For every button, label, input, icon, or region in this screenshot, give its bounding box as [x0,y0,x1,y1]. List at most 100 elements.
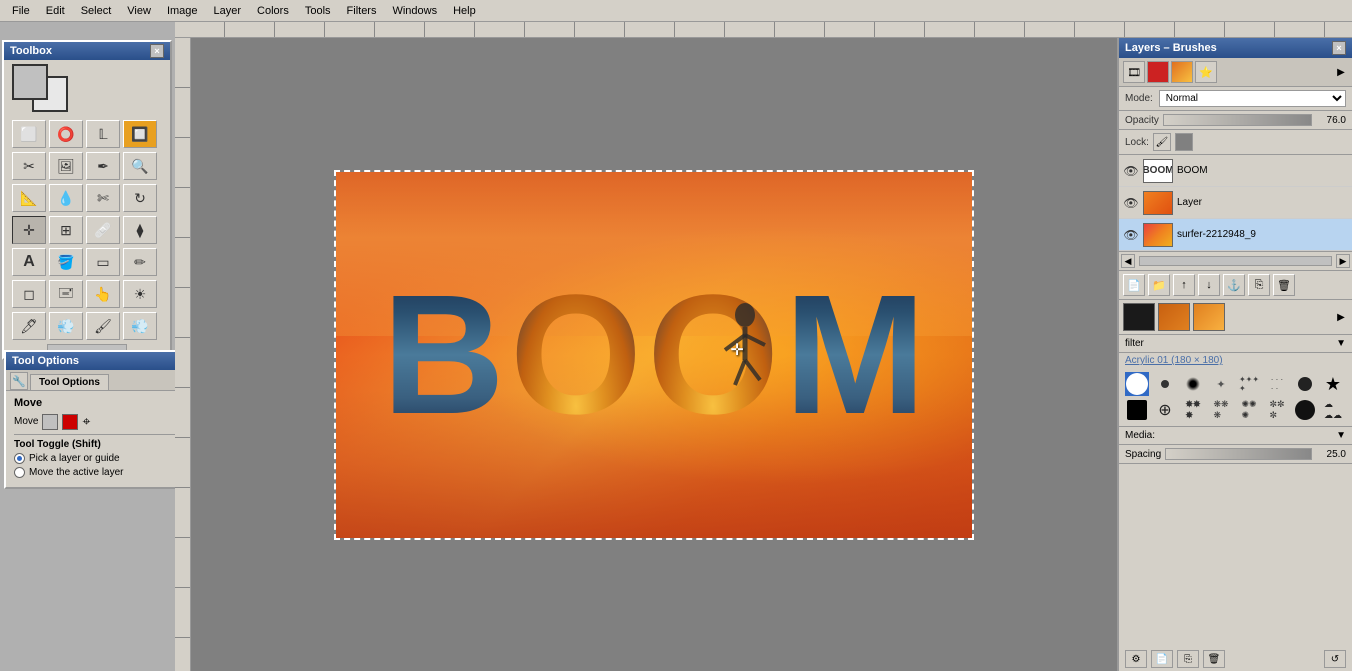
brush-item-5[interactable]: ✦✦✦✦ [1237,372,1261,396]
tool-smudge[interactable]: 👆 [86,280,120,308]
tool-rotate[interactable]: ↻ [123,184,157,212]
tool-options-move-swatch1[interactable] [42,414,58,430]
tool-free-select[interactable]: 𝕃 [86,120,120,148]
menu-select[interactable]: Select [73,3,120,19]
tool-align[interactable]: ⊞ [49,216,83,244]
rp-btn-refresh[interactable]: ↺ [1324,650,1346,668]
brush-item-7[interactable] [1293,372,1317,396]
brush-swatches-expand[interactable]: ▶ [1334,310,1348,324]
brush-swatch-black[interactable] [1123,303,1155,331]
tool-dodge[interactable]: ☀ [123,280,157,308]
layer-new-button[interactable]: 📄 [1123,274,1145,296]
layers-scrollbar[interactable] [1139,256,1332,266]
layers-icon-expand[interactable]: ▶ [1334,65,1348,79]
menu-layer[interactable]: Layer [206,3,250,19]
layer-delete-button[interactable]: 🗑 [1273,274,1295,296]
brush-item-4[interactable]: ✦ [1209,372,1233,396]
tool-options-tab-icon[interactable]: 🔧 [10,372,28,390]
layer-item-boom[interactable]: 👁 BOOM BOOM [1119,155,1352,187]
layers-close-button[interactable]: × [1332,41,1346,55]
spacing-slider[interactable] [1165,448,1312,460]
layer-anchor-button[interactable]: ⚓ [1223,274,1245,296]
tool-gradient[interactable]: ▭ [86,248,120,276]
brush-item-11[interactable]: ✸✸✸ [1181,398,1205,422]
tool-foreground-select[interactable]: 🖼 [49,152,83,180]
brush-item-6[interactable]: · · ·· · [1265,372,1289,396]
rp-btn-new[interactable]: 📄 [1151,650,1173,668]
tool-color-picker[interactable]: 💧 [49,184,83,212]
menu-image[interactable]: Image [159,3,206,19]
toolbox-close-button[interactable]: × [150,44,164,58]
brush-item-3[interactable] [1181,372,1205,396]
tool-pencil[interactable]: ✏ [123,248,157,276]
tool-brush[interactable]: 🖌 [86,312,120,340]
brush-item-8[interactable]: ★ [1321,372,1345,396]
layer-eye-boom[interactable]: 👁 [1123,163,1139,179]
image-canvas[interactable]: B O O M [334,170,974,540]
layer-duplicate-button[interactable]: ⎘ [1248,274,1270,296]
menu-view[interactable]: View [119,3,159,19]
tool-measure[interactable]: 📐 [12,184,46,212]
tool-ellipse-select[interactable]: ⭕ [49,120,83,148]
layers-scroll-right[interactable]: ▶ [1336,254,1350,268]
tool-rect-select[interactable]: ⬜ [12,120,46,148]
brush-item-16[interactable]: ☁☁☁ [1321,398,1345,422]
brush-item-9[interactable] [1125,398,1149,422]
tool-clone[interactable]: 🖃 [49,280,83,308]
foreground-color[interactable] [12,64,48,100]
tool-perspective[interactable]: ⧫ [123,216,157,244]
rp-btn-duplicate[interactable]: ⎘ [1177,650,1199,668]
menu-file[interactable]: File [4,3,38,19]
brush-item-12[interactable]: ❋❋❋ [1209,398,1233,422]
tool-ink[interactable]: 🖊 [12,312,46,340]
rp-btn-settings[interactable]: ⚙ [1125,650,1147,668]
menu-filters[interactable]: Filters [339,3,385,19]
layer-eye-orange[interactable]: 👁 [1123,195,1139,211]
tool-scissors[interactable]: ✂ [12,152,46,180]
menu-windows[interactable]: Windows [384,3,445,19]
brush-swatch-orange-warm[interactable] [1158,303,1190,331]
brush-swatch-orange-bright[interactable] [1193,303,1225,331]
brush-item-2[interactable] [1153,372,1177,396]
tool-fill[interactable]: 🪣 [49,248,83,276]
tool-blur[interactable]: 💨 [49,312,83,340]
brush-preset-label[interactable]: Acrylic 01 (180 × 180) [1119,353,1352,368]
menu-help[interactable]: Help [445,3,484,19]
layer-up-button[interactable]: ↑ [1173,274,1195,296]
media-dropdown[interactable]: ▼ [1336,430,1346,441]
mode-select[interactable]: Normal [1159,90,1346,107]
brush-item-10[interactable]: ⊕ [1153,398,1177,422]
tool-heal[interactable]: 🩹 [86,216,120,244]
layers-icon-brush-sel[interactable] [1147,61,1169,83]
menu-tools[interactable]: Tools [297,3,339,19]
tool-options-move-swatch2[interactable] [62,414,78,430]
menu-edit[interactable]: Edit [38,3,73,19]
layers-icon-star[interactable]: ⭐ [1195,61,1217,83]
menu-colors[interactable]: Colors [249,3,297,19]
layer-item-surfer[interactable]: 👁 surfer-2212948_9 [1119,219,1352,251]
layer-eye-surfer[interactable]: 👁 [1123,227,1139,243]
layer-item-orange[interactable]: 👁 Layer [1119,187,1352,219]
brush-item-13[interactable]: ✺✺✺ [1237,398,1261,422]
tool-airbrush[interactable]: 💨 [123,312,157,340]
opacity-slider[interactable] [1163,114,1312,126]
tool-options-radio2[interactable] [14,467,25,478]
lock-color-swatch[interactable] [1175,133,1193,151]
tool-zoom[interactable]: 🔍 [123,152,157,180]
filter-dropdown[interactable]: ▼ [1336,338,1346,349]
tool-paths[interactable]: ✒ [86,152,120,180]
brush-item-15[interactable] [1293,398,1317,422]
tool-options-move-picker[interactable]: ⌖ [82,413,90,430]
tool-options-tab-main[interactable]: Tool Options [30,374,109,390]
layers-scroll-left[interactable]: ◀ [1121,254,1135,268]
brush-item-1[interactable] [1125,372,1149,396]
layers-icon-gradient[interactable] [1171,61,1193,83]
layers-icon-film[interactable]: 🎞 [1123,61,1145,83]
brush-item-14[interactable]: ✼✼✼ [1265,398,1289,422]
tool-fuzzy-select[interactable]: 🔲 [123,120,157,148]
layer-folder-button[interactable]: 📁 [1148,274,1170,296]
tool-text[interactable]: A [12,248,46,276]
tool-crop[interactable]: ✄ [86,184,120,212]
tool-options-radio1[interactable] [14,453,25,464]
rp-btn-delete[interactable]: 🗑 [1203,650,1225,668]
